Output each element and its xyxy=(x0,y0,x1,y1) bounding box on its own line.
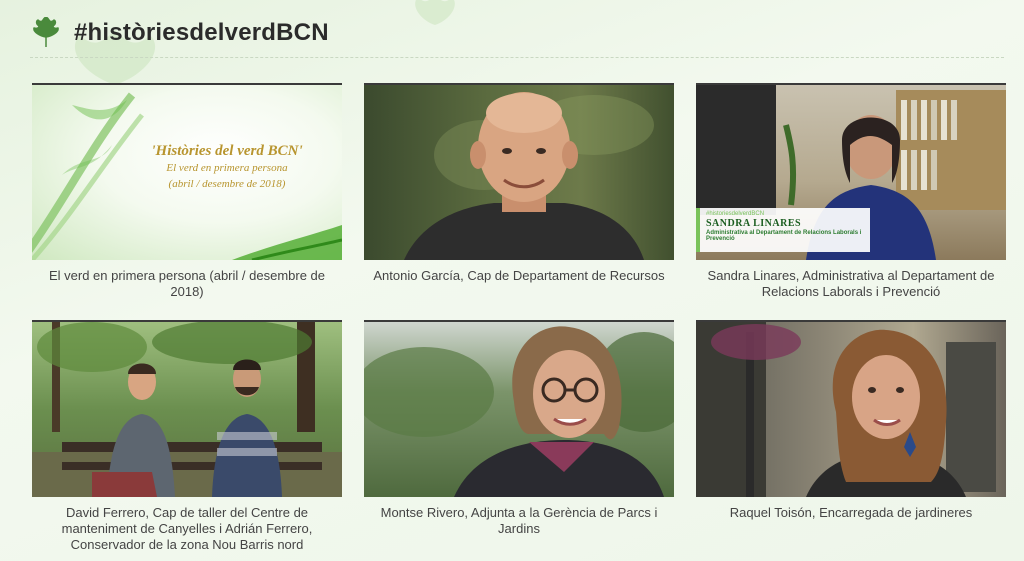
video-caption[interactable]: David Ferrero, Cap de taller del Centre … xyxy=(32,505,342,553)
video-card[interactable]: David Ferrero, Cap de taller del Centre … xyxy=(32,320,342,553)
video-thumbnail[interactable] xyxy=(364,320,674,497)
name-lower-third: #historiesdelverdBCN SANDRA LINARES Admi… xyxy=(696,208,870,252)
video-card[interactable]: Montse Rivero, Adjunta a la Gerència de … xyxy=(364,320,674,537)
two-people-bench-icon xyxy=(32,322,342,497)
video-caption[interactable]: Antonio García, Cap de Departament de Re… xyxy=(364,268,674,284)
video-thumbnail[interactable] xyxy=(32,320,342,497)
person-portrait-icon xyxy=(404,92,654,260)
person-name-label: SANDRA LINARES xyxy=(706,218,802,229)
video-card[interactable]: #historiesdelverdBCN SANDRA LINARES Admi… xyxy=(696,83,1006,300)
video-card[interactable]: 'Històries del verd BCN' El verd en prim… xyxy=(32,83,342,300)
page-header: #històriesdelverdBCN xyxy=(30,10,994,56)
video-caption[interactable]: Raquel Toisón, Encarregada de jardineres xyxy=(696,505,1006,521)
video-thumbnail[interactable] xyxy=(696,320,1006,497)
video-caption[interactable]: El verd en primera persona (abril / dese… xyxy=(32,268,342,300)
title-card-line: El verd en primera persona xyxy=(166,162,288,174)
header-divider xyxy=(30,57,1004,58)
person-portrait-icon xyxy=(696,322,996,497)
title-card-line: (abril / desembre de 2018) xyxy=(168,178,286,190)
person-role-label: Administrativa al Departament de Relacio… xyxy=(706,230,862,242)
video-thumbnail[interactable]: 'Històries del verd BCN' El verd en prim… xyxy=(32,83,342,260)
video-card[interactable]: Raquel Toisón, Encarregada de jardineres xyxy=(696,320,1006,521)
hashtag-label: #historiesdelverdBCN xyxy=(706,211,765,217)
title-card-line: 'Històries del verd BCN' xyxy=(151,143,303,159)
video-caption[interactable]: Montse Rivero, Adjunta a la Gerència de … xyxy=(364,505,674,537)
maple-leaf-icon xyxy=(33,17,59,47)
video-card[interactable]: Antonio García, Cap de Departament de Re… xyxy=(364,83,674,284)
page-title: #històriesdelverdBCN xyxy=(74,19,329,46)
video-thumbnail[interactable] xyxy=(364,83,674,260)
person-portrait-icon xyxy=(364,326,674,497)
title-card-text: 'Històries del verd BCN' El verd en prim… xyxy=(132,143,322,192)
video-thumbnail[interactable]: #historiesdelverdBCN SANDRA LINARES Admi… xyxy=(696,83,1006,260)
video-caption[interactable]: Sandra Linares, Administrativa al Depart… xyxy=(696,268,1006,300)
